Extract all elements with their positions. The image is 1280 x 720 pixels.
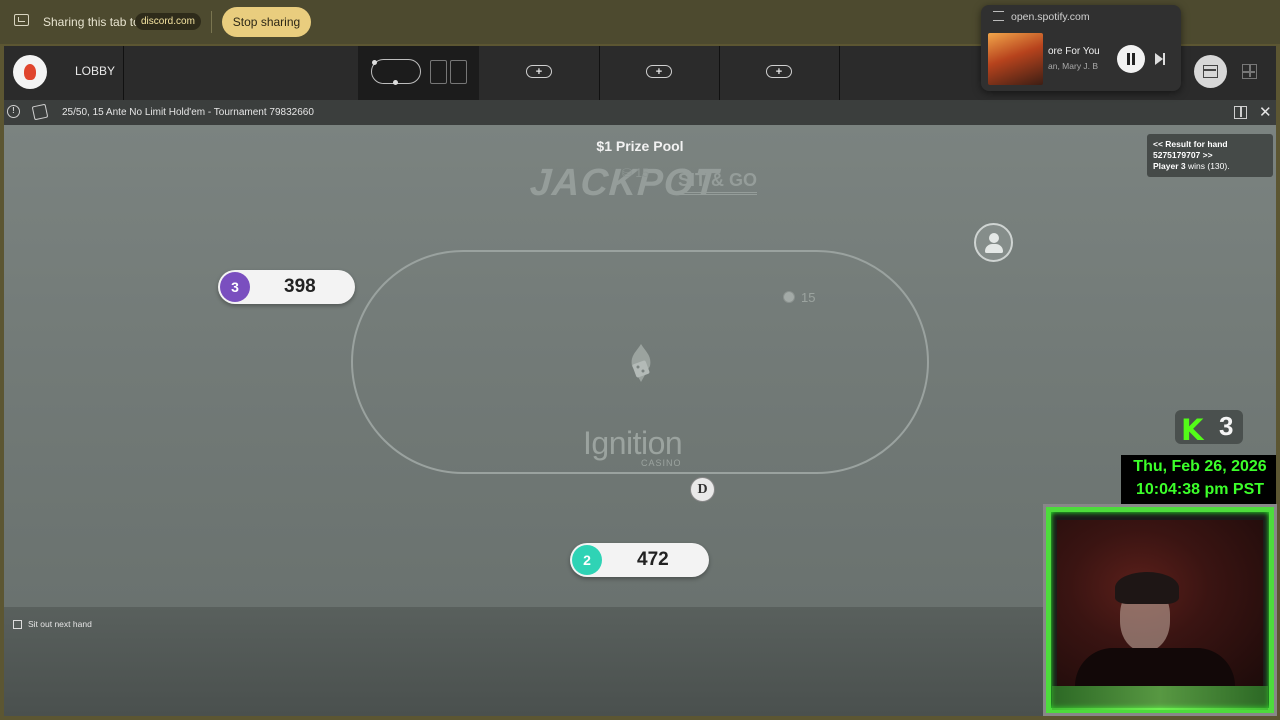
- empty-seat-avatar-icon[interactable]: [974, 223, 1013, 262]
- sit-out-checkbox[interactable]: [13, 620, 22, 629]
- add-table-button[interactable]: +: [526, 65, 552, 78]
- viewer-count: 3: [1219, 411, 1234, 441]
- seat-number: 3: [220, 272, 250, 302]
- layout-toggle-button[interactable]: [1194, 55, 1227, 88]
- player-seat[interactable]: 2 472: [570, 543, 709, 577]
- chip-stack: 398: [284, 276, 316, 297]
- result-wins: wins (130).: [1188, 161, 1230, 171]
- tune-icon: [993, 11, 1004, 21]
- add-table-button[interactable]: +: [646, 65, 672, 78]
- side-panel-icon[interactable]: [1234, 106, 1247, 119]
- divider: [719, 46, 720, 100]
- screen-share-icon: [14, 14, 29, 26]
- streamer-hair: [1115, 572, 1179, 604]
- bet-amount: 15: [801, 290, 816, 305]
- album-art: [988, 33, 1043, 85]
- result-hand-id: 5275179707 >>: [1153, 150, 1213, 160]
- divider: [839, 46, 840, 100]
- kick-logo-icon: K: [1181, 413, 1204, 447]
- brand-wordmark: Ignition: [583, 425, 683, 461]
- cards-icon[interactable]: [31, 103, 49, 121]
- add-table-button[interactable]: +: [766, 65, 792, 78]
- lobby-button[interactable]: LOBBY: [75, 64, 115, 78]
- track-artist: an, Mary J. B: [1048, 61, 1099, 71]
- divider: [123, 46, 124, 100]
- hand-result-notice: << Result for hand 5275179707 >> Player …: [1147, 134, 1273, 177]
- pot-amount-value: 15: [635, 166, 649, 180]
- track-title: ore For You: [1048, 46, 1100, 57]
- webcam-frame-glow: [1052, 686, 1268, 710]
- result-player: Player 3: [1153, 161, 1186, 171]
- flame-icon: [24, 64, 36, 80]
- info-icon[interactable]: !: [7, 105, 20, 118]
- avatar-body: [985, 244, 1003, 253]
- chip-icon: ⛁: [622, 166, 633, 180]
- multi-table-view-icon[interactable]: [450, 60, 467, 84]
- stop-sharing-button[interactable]: Stop sharing: [222, 7, 311, 37]
- pause-button[interactable]: [1117, 45, 1145, 73]
- prize-pool-label: $1 Prize Pool: [596, 138, 684, 154]
- grid-view-icon[interactable]: [1242, 64, 1257, 79]
- brand-subtitle: CASINO: [641, 458, 682, 468]
- window-icon: [1203, 65, 1218, 78]
- share-status-text: Sharing this tab to: [43, 15, 140, 29]
- pot-amount: ⛁ 15: [622, 166, 649, 180]
- seat-dot: [393, 80, 398, 85]
- player-seat[interactable]: 3 398: [218, 270, 355, 304]
- table-title: 25/50, 15 Ante No Limit Hold'em - Tourna…: [62, 107, 314, 118]
- avatar-head: [989, 233, 999, 243]
- seat-number: 2: [572, 545, 602, 575]
- sit-out-label: Sit out next hand: [28, 619, 92, 629]
- ignition-flame-logo: [631, 344, 651, 382]
- ignition-logo[interactable]: [13, 55, 47, 89]
- divider: [211, 11, 212, 33]
- close-icon[interactable]: ✕: [1259, 103, 1272, 121]
- next-track-icon[interactable]: [1155, 53, 1165, 65]
- clock-time: 10:04:38 pm PST: [1135, 481, 1265, 498]
- share-domain-badge: discord.com: [135, 13, 201, 30]
- seat-dot: [372, 60, 377, 65]
- clock-date: Thu, Feb 26, 2026: [1133, 458, 1267, 475]
- multi-table-view-icon[interactable]: [430, 60, 447, 84]
- chip-icon: [783, 291, 795, 303]
- result-line-1: << Result for hand: [1153, 139, 1228, 149]
- divider: [599, 46, 600, 100]
- media-source-url: open.spotify.com: [1011, 11, 1090, 23]
- chip-stack: 472: [637, 549, 669, 570]
- dealer-button: D: [690, 477, 715, 502]
- sitgo-logo-text: SIT & GO: [678, 170, 758, 195]
- streamer-body: [1075, 648, 1235, 686]
